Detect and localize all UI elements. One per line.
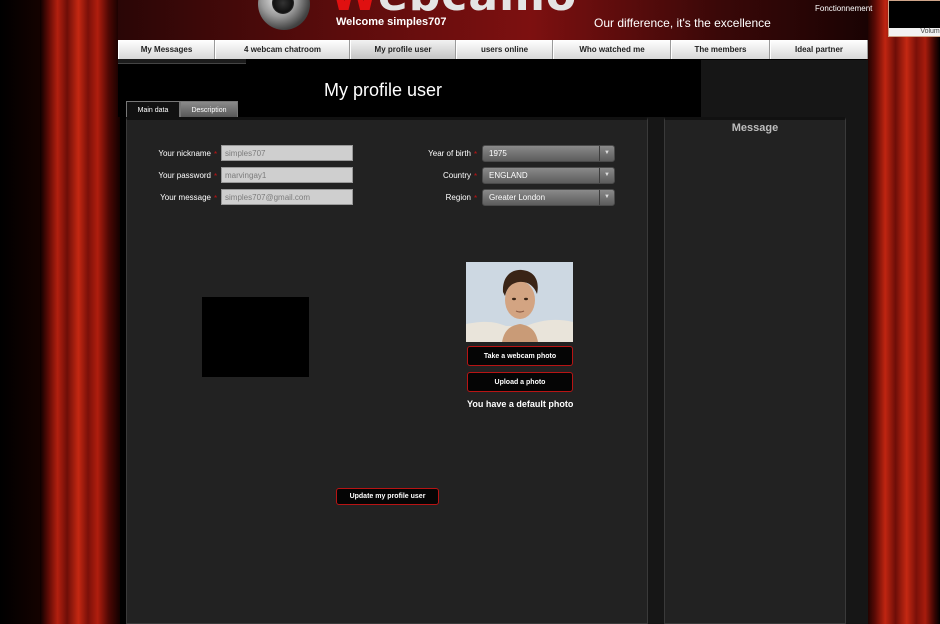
message-panel-title: Message [731,122,779,134]
tab-description[interactable]: Description [180,101,238,118]
main-nav: My Messages 4 webcam chatroom My profile… [118,40,868,59]
nickname-input[interactable] [221,145,353,161]
required-mark: * [214,172,218,181]
required-mark: * [474,194,478,203]
required-mark: * [474,172,478,181]
nav-tab-my-messages[interactable]: My Messages [118,40,215,59]
required-mark: * [474,150,478,159]
curtain-left [40,0,120,624]
required-mark: * [214,150,218,159]
birth-year-select[interactable]: 1975 ▼ [482,145,615,162]
password-input[interactable] [221,167,353,183]
nav-tab-members[interactable]: The members [671,40,770,59]
region-select[interactable]: Greater London ▼ [482,189,615,206]
nav-tab-my-profile[interactable]: My profile user [350,40,456,59]
nav-tab-webcam-chatroom[interactable]: 4 webcam chatroom [215,40,350,59]
site-header: Webcamo Welcome simples707 Our differenc… [118,0,940,40]
right-gap [846,117,868,624]
volume-label: Volume [889,28,940,36]
photo-status: You have a default photo [467,399,574,409]
country-value: ENGLAND [489,171,528,180]
profile-photo [466,262,573,342]
right-header-area [701,60,868,117]
nickname-label: Your nickname [158,149,211,158]
message-label: Your message [160,193,211,202]
curtain-right [866,0,940,624]
status-text: Fonctionnement [815,4,873,13]
webcam-preview [202,297,309,377]
birth-year-label: Year of birth [428,149,471,158]
take-webcam-photo-button[interactable]: Take a webcam photo [467,346,573,366]
message-input[interactable] [221,189,353,205]
page: Webcamo Welcome simples707 Our differenc… [0,0,940,624]
region-value: Greater London [489,193,546,202]
welcome-text: Welcome simples707 [336,16,447,28]
chevron-down-icon: ▼ [599,190,614,205]
chevron-down-icon: ▼ [599,146,614,161]
chevron-down-icon: ▼ [599,168,614,183]
region-label: Region [445,193,471,202]
nav-tab-users-online[interactable]: users online [456,40,553,59]
country-label: Country [442,171,471,180]
country-select[interactable]: ENGLAND ▼ [482,167,615,184]
nav-tab-ideal-partner[interactable]: Ideal partner [770,40,868,59]
required-mark: * [214,194,218,203]
webcam-logo-icon [258,0,310,30]
password-label: Your password [158,171,211,180]
subnav-bar [118,59,246,64]
birth-year-value: 1975 [489,149,507,158]
nav-tab-who-watched-me[interactable]: Who watched me [553,40,671,59]
page-title: My profile user [324,80,443,100]
tagline: Our difference, it's the excellence [594,16,771,30]
message-panel: Message [664,117,846,624]
panel-gap [648,117,664,624]
update-profile-button[interactable]: Update my profile user [336,488,439,505]
volume-widget[interactable]: Volume [888,0,940,37]
profile-photo-image [466,262,573,342]
upload-photo-button[interactable]: Upload a photo [467,372,573,392]
